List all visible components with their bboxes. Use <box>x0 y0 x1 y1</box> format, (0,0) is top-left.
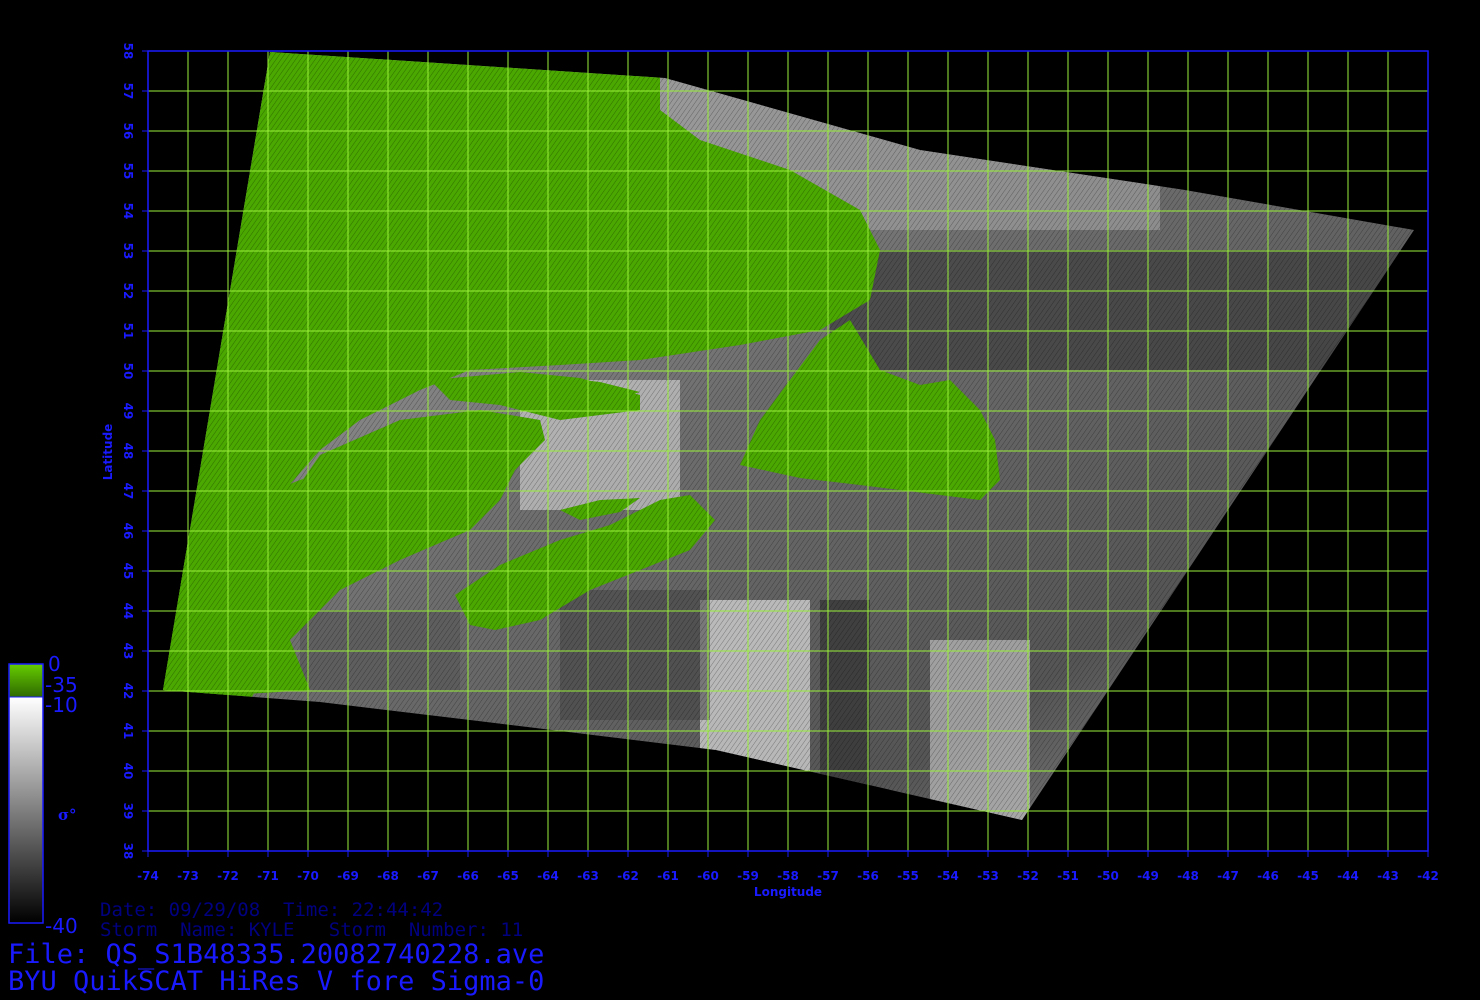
x-tick-label: -53 <box>977 869 999 883</box>
y-tick-label: 42 <box>121 683 135 700</box>
x-tick-label: -65 <box>497 869 519 883</box>
colorbar-land-segment <box>9 664 43 697</box>
x-tick-label: -46 <box>1257 869 1279 883</box>
y-axis-title: Latitude <box>101 424 115 481</box>
y-tick-label: 39 <box>121 803 135 820</box>
colorbar-label-ocean-max: -10 <box>45 693 78 717</box>
x-tick-label: -50 <box>1097 869 1119 883</box>
x-tick-label: -52 <box>1017 869 1039 883</box>
x-tick-label: -43 <box>1377 869 1399 883</box>
x-tick-label: -69 <box>337 869 359 883</box>
y-tick-label: 48 <box>121 443 135 460</box>
x-tick-label: -60 <box>697 869 719 883</box>
y-tick-label: 47 <box>121 483 135 500</box>
x-tick-label: -63 <box>577 869 599 883</box>
lat-lon-grid <box>147 50 1429 852</box>
x-tick-label: -59 <box>737 869 759 883</box>
y-tick-label: 57 <box>121 83 135 100</box>
y-tick-label: 49 <box>121 403 135 420</box>
x-tick-label: -57 <box>817 869 839 883</box>
x-tick-label: -61 <box>657 869 679 883</box>
latitude-tick-labels: 38 39 40 41 42 43 44 45 46 47 48 49 50 51 52 53 54 55 56 57… <box>121 43 148 860</box>
scatterometer-map: -74 -73 -72 -71 -70 -69 -68 -67 -66 -65 -64 -63 -62 -… <box>8 43 1439 938</box>
x-tick-label: -72 <box>217 869 239 883</box>
y-tick-label: 44 <box>121 603 135 620</box>
x-tick-label: -55 <box>897 869 919 883</box>
y-tick-label: 45 <box>121 563 135 580</box>
x-tick-label: -56 <box>857 869 879 883</box>
swath-imagery <box>163 52 1414 820</box>
x-tick-label: -66 <box>457 869 479 883</box>
x-tick-label: -64 <box>537 869 559 883</box>
x-tick-label: -42 <box>1417 869 1439 883</box>
y-tick-label: 50 <box>121 363 135 380</box>
longitude-tick-labels: -74 -73 -72 -71 -70 -69 -68 -67 -66 -65 -64 -63 -62 -… <box>137 851 1439 883</box>
x-tick-label: -47 <box>1217 869 1239 883</box>
y-tick-label: 51 <box>121 323 135 340</box>
colorbar: 0 -35 -10 -40 σ° <box>8 652 78 938</box>
file-line: File: QS_S1B48335.20082740228.ave <box>8 939 545 970</box>
x-tick-label: -48 <box>1177 869 1199 883</box>
x-tick-label: -70 <box>297 869 319 883</box>
x-tick-label: -67 <box>417 869 439 883</box>
x-tick-label: -62 <box>617 869 639 883</box>
x-tick-label: -73 <box>177 869 199 883</box>
date-time-line: Date: 09/29/08 Time: 22:44:42 <box>100 899 444 921</box>
x-tick-label: -51 <box>1057 869 1079 883</box>
x-tick-label: -71 <box>257 869 279 883</box>
colorbar-ocean-segment <box>9 697 43 923</box>
texture-overlay <box>163 52 1414 820</box>
x-tick-label: -54 <box>937 869 959 883</box>
x-tick-label: -45 <box>1297 869 1319 883</box>
x-tick-label: -68 <box>377 869 399 883</box>
x-tick-label: -58 <box>777 869 799 883</box>
y-tick-label: 58 <box>121 43 135 60</box>
y-tick-label: 41 <box>121 723 135 740</box>
colorbar-label-bottom: -40 <box>45 914 78 938</box>
x-tick-label: -49 <box>1137 869 1159 883</box>
x-tick-label: -74 <box>137 869 159 883</box>
y-tick-label: 53 <box>121 243 135 260</box>
y-tick-label: 40 <box>121 763 135 780</box>
x-axis-title: Longitude <box>754 885 822 899</box>
y-tick-label: 55 <box>121 163 135 180</box>
y-tick-label: 52 <box>121 283 135 300</box>
y-tick-label: 43 <box>121 643 135 660</box>
x-tick-label: -44 <box>1337 869 1359 883</box>
storm-line: Storm Name: KYLE Storm Number: 11 <box>100 919 524 941</box>
y-tick-label: 46 <box>121 523 135 540</box>
colorbar-sigma-label: σ° <box>58 806 77 824</box>
y-tick-label: 56 <box>121 123 135 140</box>
y-tick-label: 54 <box>121 203 135 220</box>
product-line: BYU QuikSCAT HiRes V fore Sigma-0 <box>8 966 545 997</box>
y-tick-label: 38 <box>121 843 135 860</box>
